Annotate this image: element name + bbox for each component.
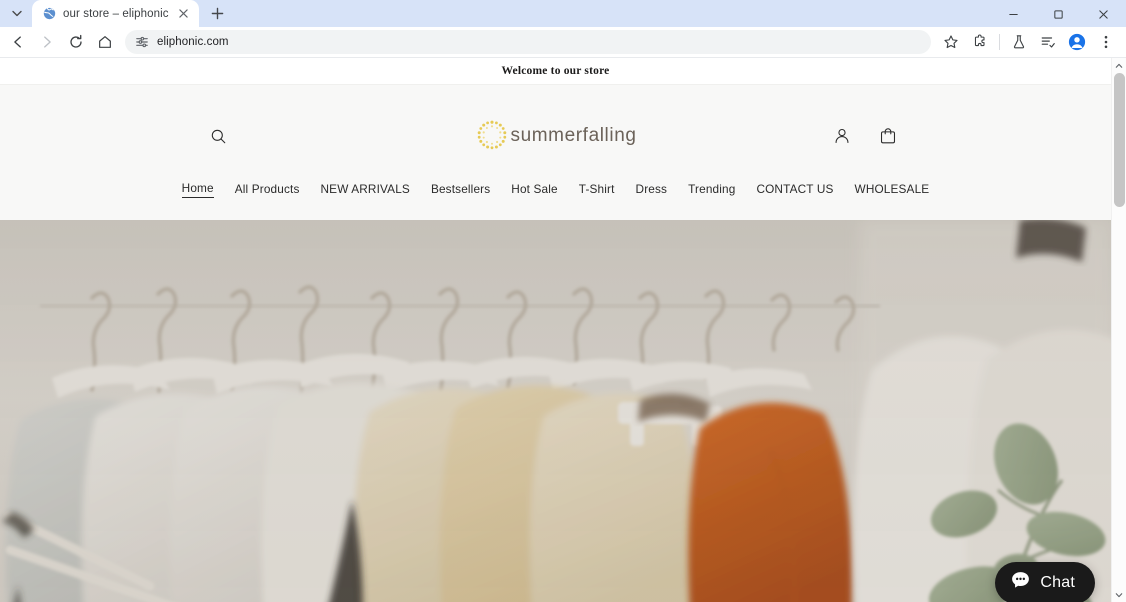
site-header: summerfalling Home All Products NEW ARRI… xyxy=(0,85,1111,221)
minimize-icon xyxy=(1009,13,1018,15)
window-minimize-button[interactable] xyxy=(991,0,1036,28)
nav-item-t-shirt[interactable]: T-Shirt xyxy=(579,182,615,198)
home-button[interactable] xyxy=(91,28,119,56)
search-icon xyxy=(211,129,225,144)
header-left xyxy=(28,121,228,151)
tab-title: our store – eliphonic xyxy=(63,7,169,20)
account-button[interactable] xyxy=(827,121,857,151)
browser-menu-button[interactable] xyxy=(1092,28,1120,56)
nav-item-wholesale[interactable]: WHOLESALE xyxy=(855,182,930,198)
window-close-button[interactable] xyxy=(1081,0,1126,28)
header-row: summerfalling xyxy=(0,105,1111,167)
logo-text: summerfalling xyxy=(510,125,637,147)
scroll-down-icon xyxy=(1115,592,1123,597)
three-dot-menu-icon xyxy=(1104,36,1108,49)
cart-button[interactable] xyxy=(873,121,903,151)
browser-tab[interactable]: our store – eliphonic xyxy=(32,0,199,28)
hero-banner[interactable]: Chat xyxy=(0,220,1111,602)
scrollbar-track[interactable] xyxy=(1112,73,1126,587)
account-person-icon xyxy=(835,129,849,144)
tab-search-button[interactable] xyxy=(4,0,30,26)
browser-toolbar: eliphonic.com xyxy=(0,27,1126,59)
tab-favicon-globe-icon xyxy=(42,7,56,21)
window-controls xyxy=(991,0,1126,28)
star-icon xyxy=(944,35,958,49)
announcement-text: Welcome to our store xyxy=(501,65,610,78)
chat-label: Chat xyxy=(1040,574,1075,592)
scroll-down-button[interactable] xyxy=(1112,587,1126,602)
close-icon xyxy=(1099,9,1108,19)
tab-strip: our store – eliphonic xyxy=(0,0,1126,28)
reload-icon xyxy=(70,35,82,49)
nav-item-hot-sale[interactable]: Hot Sale xyxy=(511,182,557,198)
sunburst-logo-icon xyxy=(474,118,510,154)
back-button[interactable] xyxy=(4,28,32,56)
flask-icon xyxy=(1013,35,1025,49)
address-bar-url: eliphonic.com xyxy=(157,36,229,49)
profile-button[interactable] xyxy=(1063,28,1091,56)
chat-widget-button[interactable]: Chat xyxy=(995,562,1095,602)
new-tab-button[interactable] xyxy=(205,0,231,26)
bookmark-button[interactable] xyxy=(937,28,965,56)
header-right xyxy=(827,121,1083,151)
main-navigation: Home All Products NEW ARRIVALS Bestselle… xyxy=(0,167,1111,221)
scroll-up-icon xyxy=(1115,63,1123,68)
forward-button[interactable] xyxy=(33,28,61,56)
address-bar[interactable]: eliphonic.com xyxy=(125,30,931,55)
nav-item-new-arrivals[interactable]: NEW ARRIVALS xyxy=(321,182,410,198)
announcement-bar: Welcome to our store xyxy=(0,58,1111,86)
reading-list-icon xyxy=(1041,37,1055,48)
search-button[interactable] xyxy=(208,121,228,151)
profile-avatar-icon xyxy=(1068,34,1086,51)
reload-button[interactable] xyxy=(62,28,90,56)
nav-item-bestsellers[interactable]: Bestsellers xyxy=(431,182,490,198)
nav-item-home[interactable]: Home xyxy=(181,181,214,199)
extensions-button[interactable] xyxy=(966,28,994,56)
page-scrollbar[interactable] xyxy=(1111,58,1126,602)
back-arrow-icon xyxy=(14,36,21,48)
browser-window: our store – eliphonic eliphonic.com Welc… xyxy=(0,0,1126,602)
page-viewport: Welcome to our store summerfalling Home … xyxy=(0,58,1126,602)
nav-item-dress[interactable]: Dress xyxy=(636,182,668,198)
nav-item-all-products[interactable]: All Products xyxy=(235,182,300,198)
labs-button[interactable] xyxy=(1005,28,1033,56)
web-page: Welcome to our store summerfalling Home … xyxy=(0,58,1111,602)
nav-item-contact-us[interactable]: CONTACT US xyxy=(756,182,833,198)
puzzle-piece-icon xyxy=(974,34,985,47)
forward-arrow-icon xyxy=(44,36,51,48)
maximize-icon xyxy=(1054,9,1063,19)
shopping-bag-icon xyxy=(880,128,896,144)
home-icon xyxy=(99,36,111,49)
toolbar-divider xyxy=(999,34,1000,51)
tab-close-icon[interactable] xyxy=(176,6,191,21)
chevron-down-icon xyxy=(12,11,22,17)
window-maximize-button[interactable] xyxy=(1036,0,1081,28)
plus-icon xyxy=(211,7,224,20)
scroll-up-button[interactable] xyxy=(1112,58,1126,73)
site-logo[interactable]: summerfalling xyxy=(441,118,671,154)
speech-bubble-icon xyxy=(1010,570,1031,596)
nav-item-trending[interactable]: Trending xyxy=(688,182,735,198)
reading-list-button[interactable] xyxy=(1034,28,1062,56)
scrollbar-thumb[interactable] xyxy=(1113,73,1125,208)
site-settings-icon[interactable] xyxy=(135,35,149,49)
hero-image xyxy=(0,220,1111,602)
